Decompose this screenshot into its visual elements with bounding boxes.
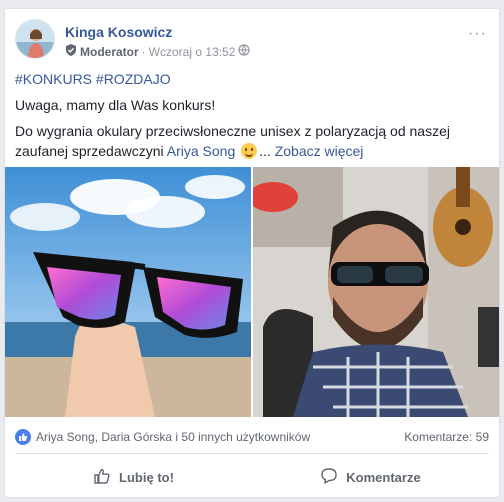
globe-icon xyxy=(238,44,250,59)
author-name[interactable]: Kinga Kosowicz xyxy=(65,24,172,40)
post-timestamp[interactable]: Wczoraj o 13:52 xyxy=(149,45,236,59)
post-header: Kinga Kosowicz Moderator · Wczoraj o 13:… xyxy=(15,19,489,63)
smile-emoji-icon xyxy=(241,143,258,159)
photo-man-sunglasses[interactable] xyxy=(253,167,499,417)
post-hashtags[interactable]: #KONKURS #ROZDAJO xyxy=(15,69,489,89)
like-button-label: Lubię to! xyxy=(119,469,174,485)
comment-button-label: Komentarze xyxy=(346,469,421,485)
post-meta: Moderator · Wczoraj o 13:52 xyxy=(65,44,250,59)
ellipsis: ... xyxy=(259,143,271,159)
likes-summary[interactable]: Ariya Song, Daria Górska i 50 innych uży… xyxy=(36,430,310,444)
moderator-badge-icon xyxy=(65,44,77,59)
post-text: #KONKURS #ROZDAJO Uwaga, mamy dla Was ko… xyxy=(15,69,489,167)
author-role: Moderator xyxy=(80,44,139,59)
comment-button[interactable]: Komentarze xyxy=(252,461,489,493)
see-more-link[interactable]: Zobacz więcej xyxy=(275,143,364,159)
meta-separator: · xyxy=(141,44,146,59)
mention-link[interactable]: Ariya Song xyxy=(167,143,235,159)
actions-divider xyxy=(15,453,489,454)
post-line-1: Uwaga, mamy dla Was konkurs! xyxy=(15,97,216,113)
photo-sunglasses-beach[interactable] xyxy=(5,167,251,417)
post-photos xyxy=(5,167,499,417)
comment-icon xyxy=(320,467,338,488)
like-reaction-icon xyxy=(15,429,31,445)
post-line-2: Do wygrania okulary przeciwsłoneczne uni… xyxy=(15,121,489,161)
like-button[interactable]: Lubię to! xyxy=(15,461,252,493)
more-options-button[interactable]: ··· xyxy=(468,25,487,43)
thumbs-up-icon xyxy=(93,467,111,488)
post-card: Kinga Kosowicz Moderator · Wczoraj o 13:… xyxy=(4,8,500,498)
reactions-bar: Ariya Song, Daria Górska i 50 innych uży… xyxy=(15,427,489,447)
author-avatar[interactable] xyxy=(15,19,55,59)
comments-count[interactable]: Komentarze: 59 xyxy=(404,430,489,444)
action-bar: Lubię to! Komentarze xyxy=(15,461,489,493)
